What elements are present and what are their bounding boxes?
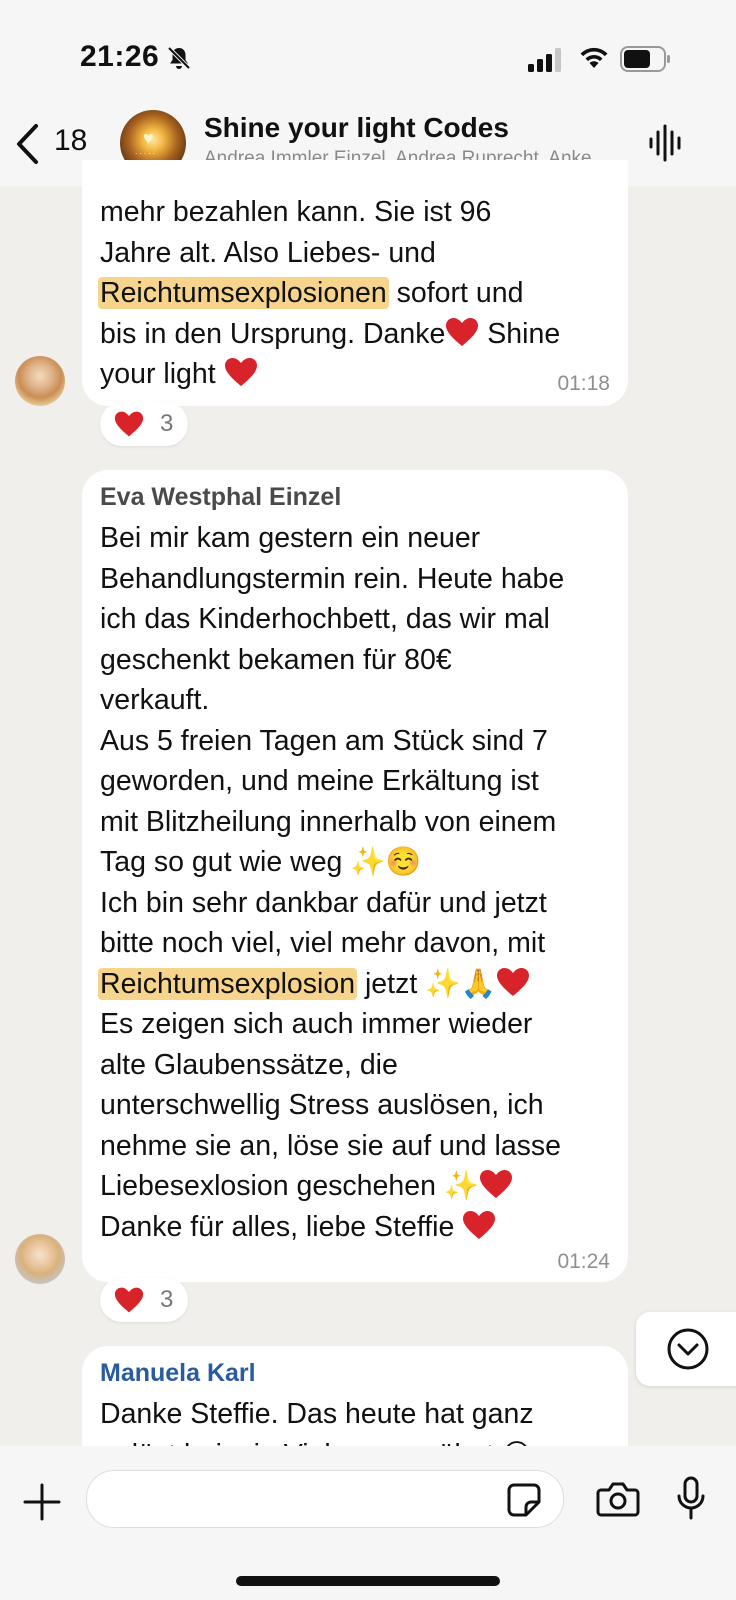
status-bar: 21:26 [0, 0, 736, 110]
sender-avatar[interactable] [15, 1234, 65, 1284]
sender-name[interactable]: Eva Westphal Einzel [100, 480, 341, 514]
message-timestamp: 01:24 [557, 1250, 610, 1273]
red-heart-emoji-icon [480, 1170, 513, 1198]
reaction-count: 3 [160, 410, 174, 437]
composer-bar [0, 1446, 736, 1600]
sender-name[interactable]: Manuela Karl [100, 1356, 256, 1390]
cellular-signal-icon [528, 48, 561, 72]
message-text: mehr bezahlen kann. Sie ist 96 Jahre alt… [98, 196, 561, 390]
camera-icon[interactable] [596, 1480, 640, 1518]
back-chevron-icon[interactable] [14, 122, 40, 166]
message-input[interactable] [86, 1470, 564, 1528]
home-indicator[interactable] [236, 1576, 500, 1586]
battery-icon [620, 46, 670, 72]
message-text: Bei mir kam gestern ein neuer Behandlung… [98, 522, 565, 1243]
highlighted-keyword[interactable]: Reichtumsexplosionen [98, 277, 389, 309]
reaction-count: 3 [160, 1286, 174, 1313]
red-heart-emoji-icon [224, 358, 257, 386]
message-bubble[interactable]: Eva Westphal Einzel Bei mir kam gestern … [82, 470, 628, 1282]
red-heart-emoji-icon [497, 967, 530, 996]
avatar-caption-art: · · · · · [135, 150, 156, 158]
scroll-to-bottom-button[interactable] [636, 1312, 736, 1386]
bell-muted-icon [167, 46, 191, 70]
sticker-icon[interactable] [506, 1482, 542, 1518]
red-heart-emoji-icon [114, 411, 144, 437]
clock: 21:26 [80, 40, 160, 73]
message-timestamp: 01:18 [557, 372, 610, 395]
chevron-down-circle-icon [667, 1328, 709, 1370]
microphone-icon[interactable] [676, 1476, 706, 1522]
sender-avatar[interactable] [15, 356, 65, 406]
message-bubble[interactable]: mehr bezahlen kann. Sie ist 96 Jahre alt… [82, 160, 628, 406]
plus-icon[interactable] [22, 1482, 62, 1522]
highlighted-keyword[interactable]: Reichtumsexplosion [98, 967, 358, 1000]
red-heart-emoji-icon [463, 1210, 496, 1239]
reaction-chip[interactable]: 3 [100, 1278, 188, 1322]
red-heart-emoji-icon [114, 1287, 144, 1313]
voice-chat-icon[interactable] [648, 124, 684, 162]
red-heart-emoji-icon [446, 317, 479, 346]
heart-glow-icon: ♥ [143, 128, 154, 148]
wifi-icon [580, 47, 608, 68]
chat-title[interactable]: Shine your light Codes [204, 112, 509, 144]
unread-count[interactable]: 18 [54, 124, 87, 158]
reaction-chip[interactable]: 3 [100, 402, 188, 446]
